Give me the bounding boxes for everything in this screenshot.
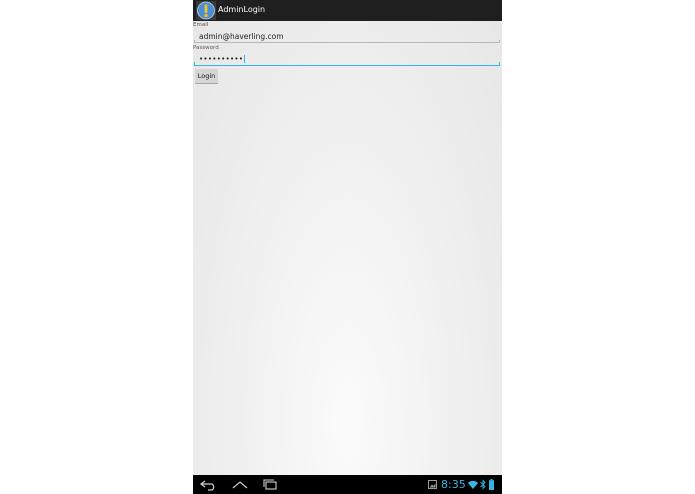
- back-icon[interactable]: [199, 478, 219, 491]
- password-value: ••••••••••: [199, 54, 246, 64]
- home-icon[interactable]: [230, 478, 250, 491]
- email-value: admin@haverling.com: [199, 32, 284, 41]
- action-bar: AdminLogin: [193, 0, 502, 21]
- text-cursor: [244, 55, 246, 63]
- device-screen: AdminLogin Email admin@haverling.com Pas…: [193, 0, 502, 494]
- recents-icon[interactable]: [260, 478, 280, 491]
- app-title: AdminLogin: [218, 5, 266, 14]
- email-label: Email: [193, 22, 209, 28]
- battery-icon: [489, 479, 494, 490]
- password-dots: ••••••••••: [199, 55, 244, 63]
- app-info-icon[interactable]: [196, 1, 216, 20]
- password-field[interactable]: ••••••••••: [194, 53, 500, 66]
- navigation-bar: 8:35: [193, 475, 502, 494]
- login-button[interactable]: Login: [195, 69, 218, 84]
- password-label: Password: [193, 45, 219, 51]
- wifi-icon: [468, 480, 478, 489]
- screenshot-icon: [428, 480, 437, 489]
- bluetooth-icon: [480, 479, 486, 490]
- clock: 8:35: [441, 478, 466, 491]
- email-field[interactable]: admin@haverling.com: [194, 30, 500, 43]
